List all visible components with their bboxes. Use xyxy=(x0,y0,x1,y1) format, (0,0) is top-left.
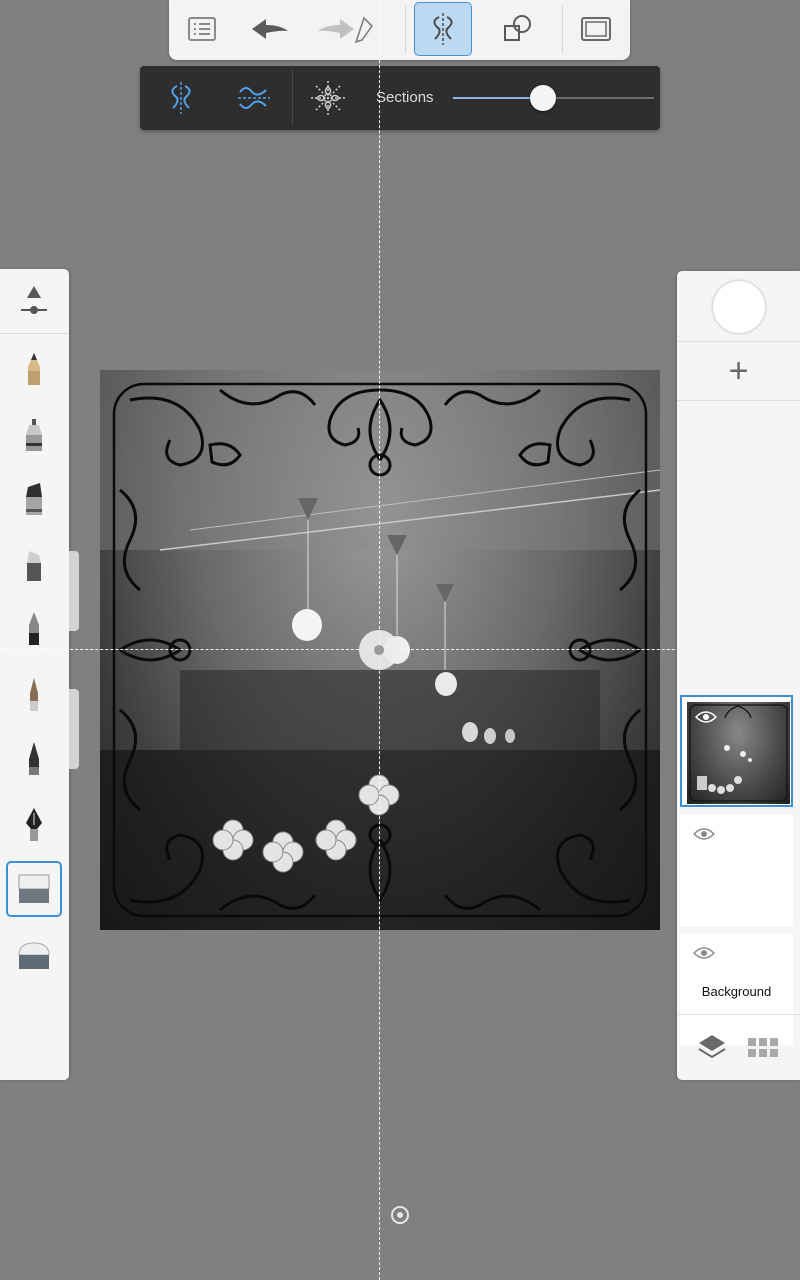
brush-calligraphy-pen[interactable] xyxy=(6,731,62,787)
symmetry-horizontal-icon xyxy=(238,87,270,109)
symmetry-horizontal-button[interactable] xyxy=(226,74,282,122)
fullscreen-button[interactable] xyxy=(567,2,625,56)
chisel-marker-icon xyxy=(27,551,41,581)
fountain-pen-icon xyxy=(26,808,42,841)
symmetry-vertical-icon xyxy=(171,82,191,114)
add-layer-button[interactable]: + xyxy=(677,341,800,401)
shapes-button[interactable] xyxy=(489,2,547,56)
background-layer-label: Background xyxy=(701,984,772,999)
ballpoint-pen-icon xyxy=(29,612,39,645)
symmetry-button[interactable] xyxy=(414,2,472,56)
sections-label: Sections xyxy=(376,89,434,106)
brush-marker[interactable] xyxy=(6,471,62,527)
symmetry-vertical-button[interactable] xyxy=(153,74,209,122)
brush-fineliner[interactable] xyxy=(6,407,62,463)
color-swatch[interactable] xyxy=(713,281,765,333)
layer-2-visibility-icon[interactable] xyxy=(693,827,715,841)
layer-item-2[interactable] xyxy=(680,814,793,926)
fullscreen-icon xyxy=(581,17,611,41)
brush-soft-eraser[interactable] xyxy=(6,929,62,985)
brush-airbrush[interactable] xyxy=(6,667,62,723)
symmetry-toolbar: Sections xyxy=(140,66,660,130)
brush-palette xyxy=(0,269,79,1080)
brush-fountain-pen[interactable] xyxy=(6,797,62,853)
airbrush-icon xyxy=(30,678,38,711)
fineliner-icon xyxy=(26,419,42,451)
shapes-icon xyxy=(504,15,531,41)
layer-panel: + Background xyxy=(677,271,800,1080)
brush-pencil[interactable] xyxy=(6,341,62,397)
layers-stack-icon xyxy=(698,1035,726,1059)
sections-slider[interactable] xyxy=(453,85,654,111)
marker-icon xyxy=(26,483,42,515)
ruler-button[interactable] xyxy=(349,2,379,56)
soft-eraser-icon xyxy=(18,942,50,969)
brush-eraser[interactable] xyxy=(6,861,62,917)
rotate-handle-dot xyxy=(397,1212,403,1218)
layer-footer xyxy=(677,1014,800,1080)
symmetry-rotate-handle[interactable] xyxy=(391,1206,409,1224)
brush-chisel-marker[interactable] xyxy=(6,537,62,593)
menu-list-button[interactable] xyxy=(173,2,231,56)
top-toolbar xyxy=(169,0,630,60)
sections-slider-thumb[interactable] xyxy=(530,85,557,111)
symmetry-radial-button[interactable] xyxy=(300,74,356,122)
layer-item-1[interactable] xyxy=(680,695,793,807)
eraser-icon xyxy=(18,874,50,903)
symmetry-center-dot xyxy=(374,645,384,655)
grid-icon xyxy=(748,1038,778,1057)
calligraphy-pen-icon xyxy=(29,742,39,775)
pencil-icon xyxy=(28,353,40,385)
layer-1-visibility-icon[interactable] xyxy=(695,710,717,724)
brush-settings-button[interactable] xyxy=(6,271,62,329)
brush-settings-icon xyxy=(21,286,47,314)
symmetry-radial-icon xyxy=(311,81,345,115)
background-visibility-icon[interactable] xyxy=(693,946,715,960)
add-layer-icon: + xyxy=(728,351,749,390)
layers-button[interactable] xyxy=(697,1033,727,1066)
layer-grid-button[interactable] xyxy=(747,1037,779,1064)
menu-list-icon xyxy=(188,17,216,41)
palette-tab-top[interactable] xyxy=(69,551,79,631)
symmetry-icon xyxy=(433,13,453,45)
undo-icon xyxy=(252,19,288,39)
palette-tab-bottom[interactable] xyxy=(69,689,79,769)
ruler-pencil-icon xyxy=(354,16,373,44)
symmetry-center-handle[interactable] xyxy=(359,630,399,670)
undo-button[interactable] xyxy=(241,2,299,56)
